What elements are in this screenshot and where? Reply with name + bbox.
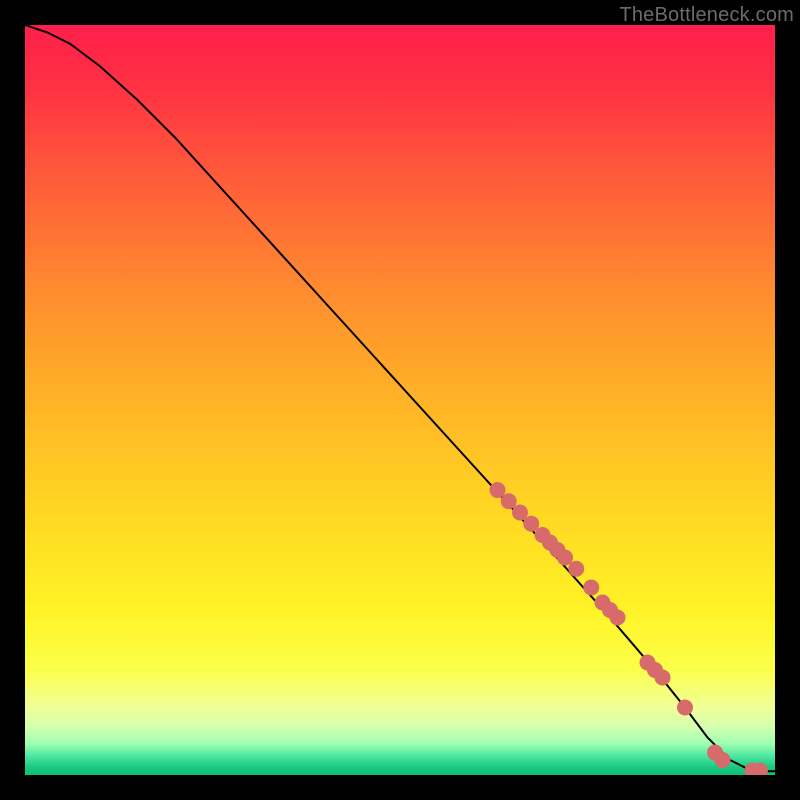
data-marker: [610, 610, 626, 626]
chart-frame: TheBottleneck.com: [0, 0, 800, 800]
plot-area: [25, 25, 775, 775]
data-marker: [583, 580, 599, 596]
data-marker: [568, 561, 584, 577]
chart-svg: [25, 25, 775, 775]
watermark-text: TheBottleneck.com: [619, 4, 794, 27]
data-marker: [677, 700, 693, 716]
data-marker: [655, 670, 671, 686]
gradient-background: [25, 25, 775, 775]
data-marker: [715, 752, 731, 768]
